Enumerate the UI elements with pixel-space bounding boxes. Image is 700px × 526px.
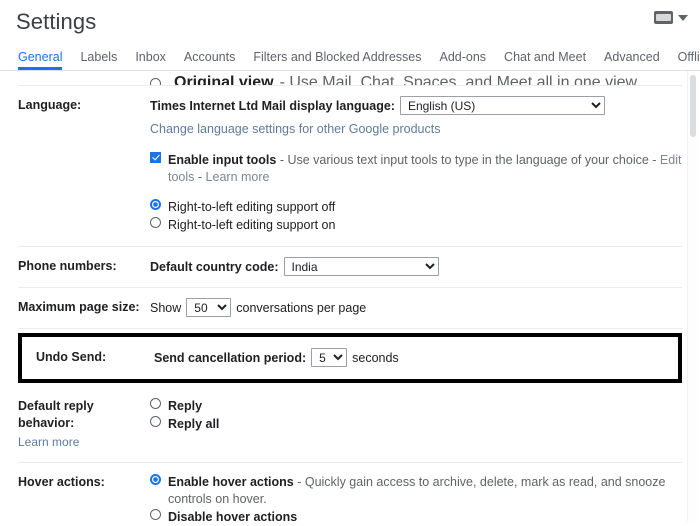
language-body: Times Internet Ltd Mail display language…	[150, 96, 682, 235]
row-original-view: Original view - Use Mail, Chat, Spaces, …	[18, 71, 682, 86]
row-default-reply-behavior: Default reply behavior: Learn more Reply…	[18, 387, 682, 463]
hover-actions-label: Hover actions:	[18, 475, 105, 489]
change-language-settings-link[interactable]: Change language settings for other Googl…	[150, 120, 682, 138]
undo-send-highlight-box: Undo Send: Send cancellation period: 5 s…	[18, 333, 682, 383]
tab-labels[interactable]: Labels	[80, 50, 117, 70]
reply-label: Reply	[168, 399, 203, 413]
settings-content: Original view - Use Mail, Chat, Spaces, …	[0, 71, 700, 526]
display-language-label: Times Internet Ltd Mail display language…	[150, 98, 395, 113]
radio-rtl-off[interactable]	[150, 199, 161, 210]
radio-disable-hover-actions[interactable]	[150, 509, 161, 520]
maximum-page-size-label: Maximum page size:	[18, 300, 140, 314]
enable-hover-actions-label: Enable hover actions	[168, 475, 294, 489]
settings-tabs: General Labels Inbox Accounts Filters an…	[0, 44, 700, 71]
page-size-suffix: conversations per page	[236, 300, 367, 315]
input-tools-learn-more-link[interactable]: Learn more	[206, 170, 270, 184]
row-undo-send: Undo Send: Send cancellation period: 5 s…	[22, 337, 678, 379]
send-cancellation-period-label: Send cancellation period:	[154, 350, 307, 365]
page-size-field: Show 50 conversations per page	[150, 298, 682, 317]
display-language-select[interactable]: English (US)	[399, 96, 605, 115]
tab-offline[interactable]: Offline	[678, 50, 700, 70]
send-cancellation-field: Send cancellation period: 5 seconds	[154, 348, 678, 367]
undo-send-body: Send cancellation period: 5 seconds	[154, 348, 678, 367]
radio-original-view[interactable]	[150, 77, 161, 85]
send-cancellation-period-select[interactable]: 5	[311, 348, 348, 367]
page-title: Settings	[16, 9, 97, 34]
default-reply-behavior-label: Default reply behavior: Learn more	[18, 397, 150, 451]
display-language-field: Times Internet Ltd Mail display language…	[150, 96, 682, 115]
default-country-code-select[interactable]: India	[283, 257, 439, 276]
original-view-desc: - Use Mail, Chat, Spaces, and Meet all i…	[279, 74, 638, 86]
original-view-label: Original view	[174, 74, 274, 86]
default-country-code-field: Default country code: India	[150, 257, 682, 276]
rtl-on-label: Right-to-left editing support on	[168, 218, 336, 232]
content-scrollbar[interactable]	[687, 71, 698, 521]
row-language: Language: Times Internet Ltd Mail displa…	[18, 86, 682, 247]
tab-general[interactable]: General	[18, 50, 62, 70]
tab-advanced[interactable]: Advanced	[604, 50, 660, 70]
enable-input-tools-desc: - Use various text input tools to type i…	[279, 153, 657, 167]
send-cancellation-suffix: seconds	[352, 350, 399, 365]
rtl-off-label: Right-to-left editing support off	[168, 200, 336, 214]
checkbox-enable-input-tools[interactable]	[150, 152, 161, 163]
disable-hover-actions-row: Disable hover actions	[150, 509, 682, 526]
default-reply-behavior-title: Default reply behavior:	[18, 399, 94, 430]
undo-send-label: Undo Send:	[36, 350, 107, 364]
scrollbar-thumb[interactable]	[690, 75, 696, 137]
default-reply-learn-more-link[interactable]: Learn more	[18, 434, 150, 451]
header-actions	[654, 11, 688, 24]
default-reply-behavior-body: Reply Reply all	[150, 397, 682, 434]
maximum-page-size-body: Show 50 conversations per page	[150, 298, 682, 317]
rtl-off-row: Right-to-left editing support off	[150, 199, 682, 216]
keyboard-icon[interactable]	[654, 11, 673, 24]
page-header: Settings	[0, 0, 700, 44]
enable-input-tools-label: Enable input tools	[168, 153, 277, 167]
radio-rtl-on[interactable]	[150, 217, 161, 228]
reply-row: Reply	[150, 398, 682, 415]
disable-hover-actions-label: Disable hover actions	[168, 510, 298, 524]
tab-chat-and-meet[interactable]: Chat and Meet	[504, 50, 586, 70]
reply-all-row: Reply all	[150, 416, 682, 433]
reply-all-label: Reply all	[168, 417, 220, 431]
enable-input-tools-row: Enable input tools - Use various text in…	[150, 152, 682, 186]
link-separator: -	[197, 170, 203, 184]
phone-numbers-label: Phone numbers:	[18, 259, 117, 273]
radio-enable-hover-actions[interactable]	[150, 474, 161, 485]
row-phone-numbers: Phone numbers: Default country code: Ind…	[18, 247, 682, 288]
phone-numbers-body: Default country code: India	[150, 257, 682, 276]
language-label: Language:	[18, 98, 82, 112]
row-maximum-page-size: Maximum page size: Show 50 conversations…	[18, 288, 682, 329]
chevron-down-icon[interactable]	[678, 14, 688, 21]
hover-actions-body: Enable hover actions - Quickly gain acce…	[150, 473, 682, 526]
tab-accounts[interactable]: Accounts	[184, 50, 235, 70]
tab-filters-and-blocked-addresses[interactable]: Filters and Blocked Addresses	[253, 50, 421, 70]
enable-hover-actions-row: Enable hover actions - Quickly gain acce…	[150, 474, 682, 508]
settings-page: Settings General Labels Inbox Accounts F…	[0, 0, 700, 526]
tab-add-ons[interactable]: Add-ons	[439, 50, 486, 70]
row-hover-actions: Hover actions: Enable hover actions - Qu…	[18, 463, 682, 526]
radio-reply[interactable]	[150, 398, 161, 409]
default-country-code-label: Default country code:	[150, 259, 279, 274]
rtl-on-row: Right-to-left editing support on	[150, 217, 682, 234]
page-size-prefix: Show	[150, 300, 182, 315]
page-size-select[interactable]: 50	[186, 298, 232, 317]
tab-inbox[interactable]: Inbox	[135, 50, 166, 70]
radio-reply-all[interactable]	[150, 416, 161, 427]
